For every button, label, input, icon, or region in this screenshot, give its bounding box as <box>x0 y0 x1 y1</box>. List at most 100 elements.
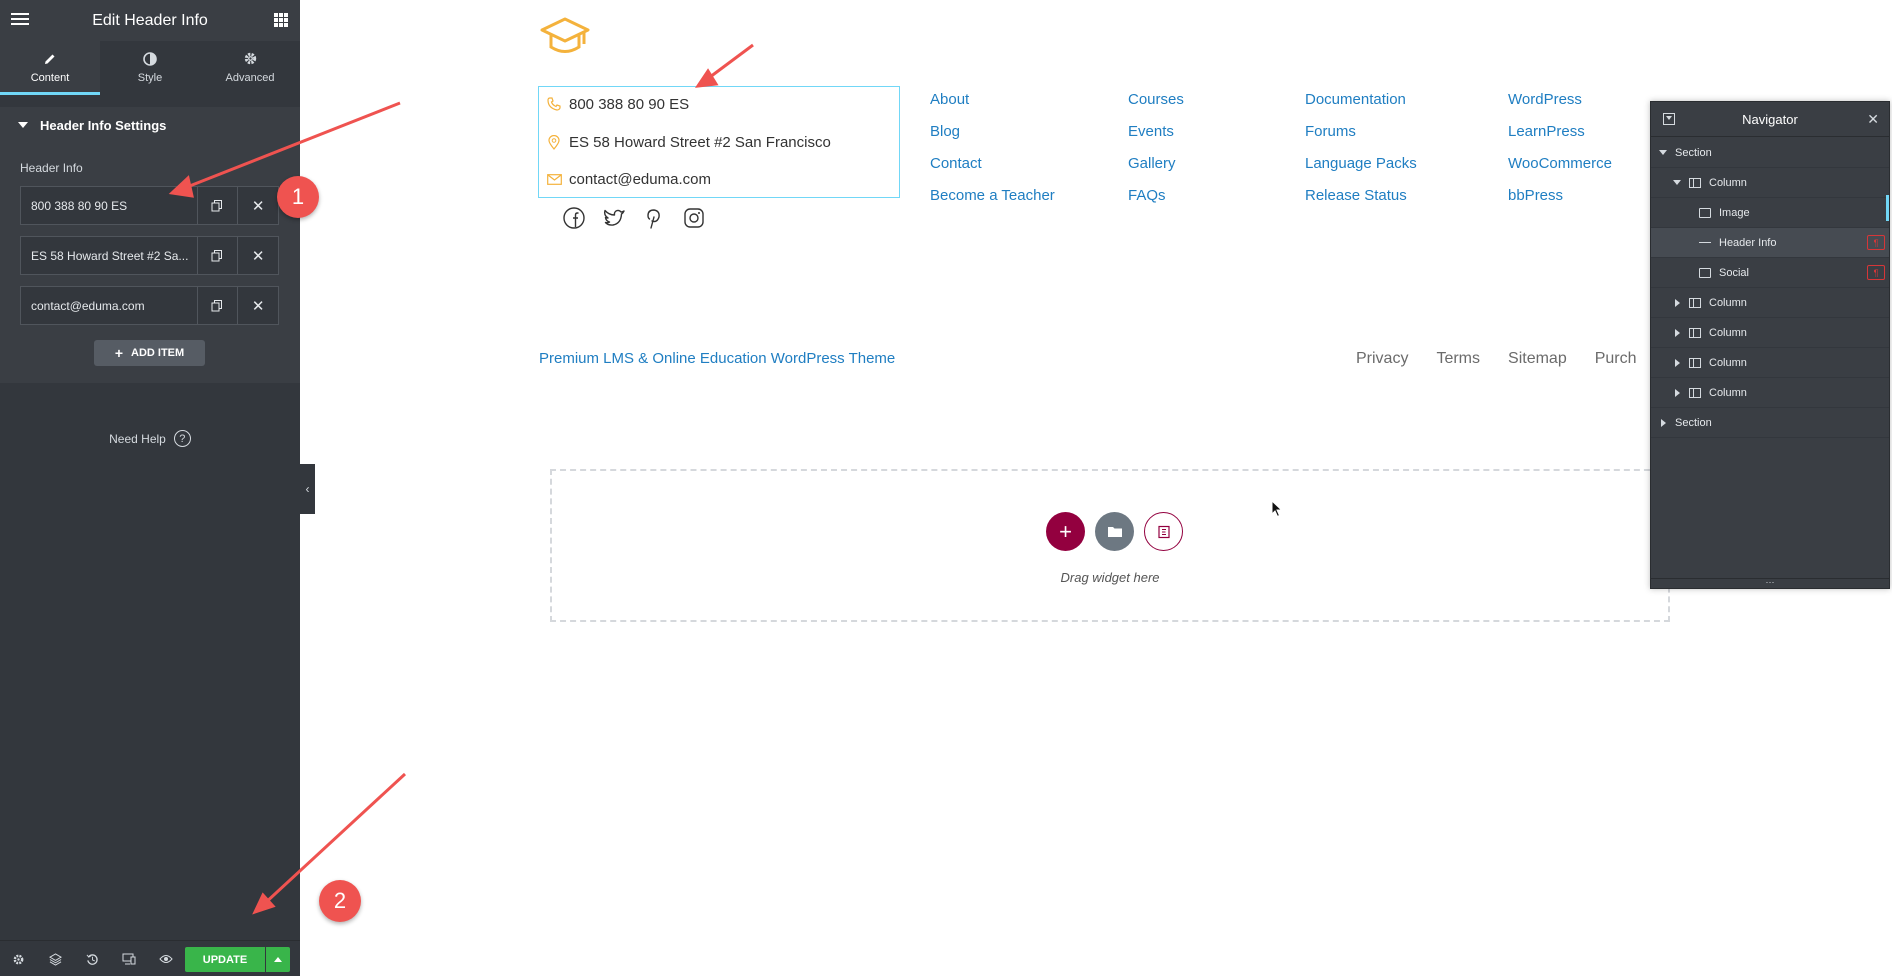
column-icon <box>1689 387 1701 398</box>
layers-icon[interactable] <box>46 950 64 968</box>
remove-icon[interactable]: ✕ <box>237 287 278 324</box>
site-tagline[interactable]: Premium LMS & Online Education WordPress… <box>539 350 895 367</box>
header-info-widget[interactable]: 800 388 80 90 ES ES 58 Howard Street #2 … <box>538 86 900 198</box>
hamburger-menu-icon[interactable] <box>10 10 30 30</box>
repeater-item[interactable]: ES 58 Howard Street #2 Sa... ✕ <box>20 236 279 275</box>
dropzone-buttons: + <box>1046 512 1183 551</box>
eye-icon[interactable] <box>157 950 175 968</box>
footer-link[interactable]: WordPress <box>1508 90 1612 122</box>
footer-links-column: Courses Events Gallery FAQs <box>1128 90 1184 218</box>
bottom-link[interactable]: Purch <box>1595 350 1637 368</box>
paragraph-badge-icon: ¶ <box>1867 235 1885 250</box>
navigator-header[interactable]: Navigator ✕ <box>1651 102 1889 137</box>
navigator-panel: Navigator ✕ Section Column Image Header … <box>1650 101 1890 589</box>
template-library-button[interactable] <box>1095 512 1134 551</box>
navigator-item-label: Column <box>1709 386 1747 399</box>
instagram-icon[interactable] <box>682 206 706 230</box>
elementskit-button[interactable] <box>1144 512 1183 551</box>
caret-right-icon[interactable] <box>1674 298 1680 307</box>
footer-link[interactable]: WooCommerce <box>1508 154 1612 186</box>
footer-link[interactable]: bbPress <box>1508 186 1612 218</box>
footer-link[interactable]: Blog <box>930 122 1055 154</box>
remove-icon[interactable]: ✕ <box>237 237 278 274</box>
header-info-icon <box>1699 242 1711 243</box>
caret-right-icon[interactable] <box>1660 418 1666 427</box>
update-button[interactable]: UPDATE <box>185 947 265 972</box>
history-icon[interactable] <box>83 950 101 968</box>
responsive-mode-icon[interactable] <box>120 950 138 968</box>
footer-link[interactable]: LearnPress <box>1508 122 1612 154</box>
navigator-item-social[interactable]: Social ¶ <box>1651 258 1889 288</box>
footer-link[interactable]: Contact <box>930 154 1055 186</box>
footer-link[interactable]: Events <box>1128 122 1184 154</box>
facebook-icon[interactable] <box>562 206 586 230</box>
widgets-grid-icon[interactable] <box>274 13 288 27</box>
navigator-item-column[interactable]: Column <box>1651 168 1889 198</box>
twitter-icon[interactable] <box>602 206 626 230</box>
add-item-label: ADD ITEM <box>131 347 185 359</box>
navigator-item-header-info[interactable]: Header Info ¶ <box>1651 228 1889 258</box>
update-options-icon[interactable] <box>266 947 290 972</box>
settings-icon[interactable] <box>9 950 27 968</box>
contact-phone: 800 388 80 90 ES <box>539 92 689 116</box>
close-icon[interactable]: ✕ <box>1867 111 1879 128</box>
ek-logo-icon <box>1157 525 1170 538</box>
pinterest-icon[interactable] <box>642 206 666 230</box>
navigator-item-section[interactable]: Section <box>1651 138 1889 168</box>
navigator-item-image[interactable]: Image <box>1651 198 1889 228</box>
footer-link[interactable]: Courses <box>1128 90 1184 122</box>
caret-down-icon[interactable] <box>1659 150 1667 155</box>
navigator-item-section[interactable]: Section <box>1651 408 1889 438</box>
caret-down-icon[interactable] <box>1673 180 1681 185</box>
collapse-all-icon[interactable] <box>1663 113 1675 125</box>
column-icon <box>1689 177 1701 188</box>
annotation-badge: 2 <box>319 880 361 922</box>
navigator-scrollbar[interactable] <box>1886 195 1889 221</box>
footer-link[interactable]: Gallery <box>1128 154 1184 186</box>
caret-right-icon[interactable] <box>1674 358 1680 367</box>
need-help-link[interactable]: Need Help ? <box>0 430 300 447</box>
add-section-button[interactable]: + <box>1046 512 1085 551</box>
footer-link[interactable]: Language Packs <box>1305 154 1417 186</box>
footer-link[interactable]: Documentation <box>1305 90 1417 122</box>
repeater-item-title[interactable]: contact@eduma.com <box>21 287 197 324</box>
navigator-item-column[interactable]: Column <box>1651 378 1889 408</box>
empty-section-dropzone[interactable]: + Drag widget here <box>550 469 1670 622</box>
caret-right-icon[interactable] <box>1674 388 1680 397</box>
navigator-item-column[interactable]: Column <box>1651 318 1889 348</box>
tab-advanced[interactable]: Advanced <box>200 41 300 95</box>
footer-link[interactable]: FAQs <box>1128 186 1184 218</box>
repeater-item[interactable]: contact@eduma.com ✕ <box>20 286 279 325</box>
navigator-item-label: Column <box>1709 296 1747 309</box>
tab-content[interactable]: Content <box>0 41 100 95</box>
bottom-link[interactable]: Sitemap <box>1508 350 1567 368</box>
duplicate-icon[interactable] <box>196 187 238 224</box>
pencil-icon <box>43 50 57 68</box>
bottom-link[interactable]: Terms <box>1436 350 1480 368</box>
panel-footer: UPDATE <box>0 940 300 976</box>
remove-icon[interactable]: ✕ <box>237 187 278 224</box>
section-body: Header Info 800 388 80 90 ES ✕ ES 58 How… <box>0 143 300 383</box>
duplicate-icon[interactable] <box>196 287 238 324</box>
navigator-item-label: Social <box>1719 266 1749 279</box>
caret-right-icon[interactable] <box>1674 328 1680 337</box>
footer-link[interactable]: Become a Teacher <box>930 186 1055 218</box>
bottom-link[interactable]: Privacy <box>1356 350 1408 368</box>
navigator-item-column[interactable]: Column <box>1651 288 1889 318</box>
collapse-panel-icon[interactable]: ‹ <box>300 464 315 514</box>
footer-link[interactable]: Forums <box>1305 122 1417 154</box>
footer-link[interactable]: About <box>930 90 1055 122</box>
repeater-item[interactable]: 800 388 80 90 ES ✕ <box>20 186 279 225</box>
add-item-button[interactable]: + ADD ITEM <box>94 340 205 366</box>
navigator-resize-handle[interactable]: ··· <box>1651 578 1889 588</box>
footer-link[interactable]: Release Status <box>1305 186 1417 218</box>
contact-address: ES 58 Howard Street #2 San Francisco <box>539 130 831 154</box>
tab-style[interactable]: Style <box>100 41 200 95</box>
tab-content-label: Content <box>30 71 70 84</box>
annotation-badge: 1 <box>277 176 319 218</box>
duplicate-icon[interactable] <box>196 237 238 274</box>
repeater-item-title[interactable]: 800 388 80 90 ES <box>21 187 197 224</box>
repeater-item-title[interactable]: ES 58 Howard Street #2 Sa... <box>21 237 197 274</box>
navigator-item-column[interactable]: Column <box>1651 348 1889 378</box>
section-toggle[interactable]: Header Info Settings <box>0 107 300 143</box>
